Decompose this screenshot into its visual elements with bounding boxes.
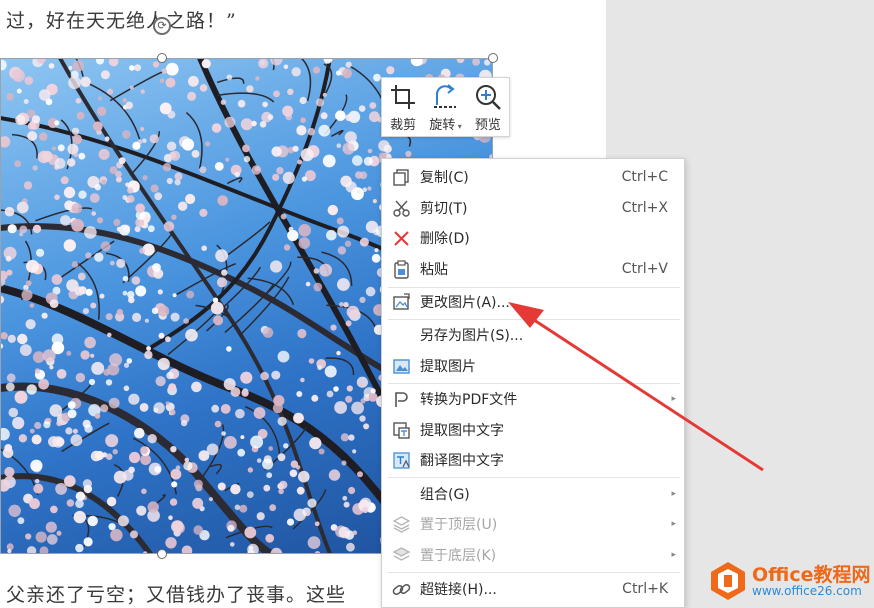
submenu-arrow-icon: ▸ xyxy=(671,550,676,560)
document-text-line-bottom: 父亲还了亏空；又借钱办了丧事。这些 xyxy=(6,584,347,606)
ocr-extract-icon xyxy=(393,422,410,439)
menu-item-bring-to-front[interactable]: 置于顶层(U) ▸ xyxy=(382,509,684,539)
menu-separator xyxy=(388,477,680,478)
menu-item-cut-shortcut: Ctrl+X xyxy=(621,200,668,216)
extract-picture-icon xyxy=(393,359,410,374)
menu-item-cut[interactable]: 剪切(T) Ctrl+X xyxy=(382,193,684,223)
menu-item-paste-shortcut: Ctrl+V xyxy=(621,261,668,277)
menu-item-change-picture-label: 更改图片(A)... xyxy=(420,295,510,311)
resize-handle-bottom[interactable] xyxy=(157,549,167,559)
crop-button[interactable]: 裁剪 xyxy=(382,78,424,136)
menu-item-copy-shortcut: Ctrl+C xyxy=(621,169,668,185)
site-watermark-logo: Office教程网 www.office26.com xyxy=(702,557,872,605)
translate-icon xyxy=(393,452,410,469)
menu-item-group-label: 组合(G) xyxy=(420,487,470,503)
send-to-back-icon xyxy=(392,547,411,561)
preview-button[interactable]: 预览 xyxy=(467,78,509,136)
menu-item-translate-label: 翻译图中文字 xyxy=(420,453,504,469)
menu-item-extract-picture-label: 提取图片 xyxy=(420,359,476,375)
pdf-convert-icon xyxy=(395,392,408,407)
menu-item-copy-label: 复制(C) xyxy=(420,170,469,186)
crop-label: 裁剪 xyxy=(390,118,417,133)
image-quick-toolbar: 裁剪 旋转 ▾ 预览 xyxy=(381,77,510,137)
rotate-handle[interactable]: ⟳ xyxy=(153,17,171,35)
crop-icon xyxy=(391,85,416,109)
menu-item-send-to-back-label: 置于底层(K) xyxy=(420,548,497,564)
preview-zoom-icon xyxy=(475,85,501,110)
menu-item-bring-to-front-label: 置于顶层(U) xyxy=(420,517,498,533)
menu-item-ocr-extract-label: 提取图中文字 xyxy=(420,423,504,439)
office-logo-icon xyxy=(711,562,745,600)
resize-handle-top[interactable] xyxy=(157,53,167,63)
hyperlink-icon xyxy=(392,583,411,596)
menu-item-delete-label: 删除(D) xyxy=(420,231,470,247)
resize-handle-top-right[interactable] xyxy=(488,53,498,63)
bring-to-front-icon xyxy=(392,516,411,533)
preview-label: 预览 xyxy=(474,118,501,133)
menu-item-hyperlink[interactable]: 超链接(H)... Ctrl+K xyxy=(382,574,684,604)
menu-item-copy[interactable]: 复制(C) Ctrl+C xyxy=(382,162,684,192)
rotate-button[interactable]: 旋转 ▾ xyxy=(424,78,466,136)
menu-item-paste-label: 粘贴 xyxy=(420,262,448,278)
watermark-site-url: www.office26.com xyxy=(752,584,862,598)
annotation-arrow xyxy=(508,302,764,472)
document-text-line-top: 过，好在天无绝人之路！” xyxy=(6,10,237,32)
paste-icon xyxy=(394,260,409,279)
copy-icon xyxy=(393,169,409,186)
change-picture-icon xyxy=(393,293,410,310)
menu-item-hyperlink-shortcut: Ctrl+K xyxy=(622,581,668,597)
rotate-icon xyxy=(434,84,457,108)
delete-icon xyxy=(394,231,409,246)
menu-item-hyperlink-label: 超链接(H)... xyxy=(420,582,497,598)
submenu-arrow-icon: ▸ xyxy=(671,489,676,499)
cut-icon xyxy=(393,200,410,217)
rotate-label: 旋转 ▾ xyxy=(429,118,462,133)
submenu-arrow-icon: ▸ xyxy=(671,519,676,529)
menu-item-send-to-back[interactable]: 置于底层(K) ▸ xyxy=(382,540,684,570)
menu-separator xyxy=(388,572,680,573)
menu-item-delete[interactable]: 删除(D) xyxy=(382,223,684,253)
menu-item-cut-label: 剪切(T) xyxy=(420,201,468,217)
watermark-site-name: Office教程网 xyxy=(752,564,871,586)
menu-item-paste[interactable]: 粘贴 Ctrl+V xyxy=(382,254,684,284)
menu-item-group[interactable]: 组合(G) ▸ xyxy=(382,479,684,509)
